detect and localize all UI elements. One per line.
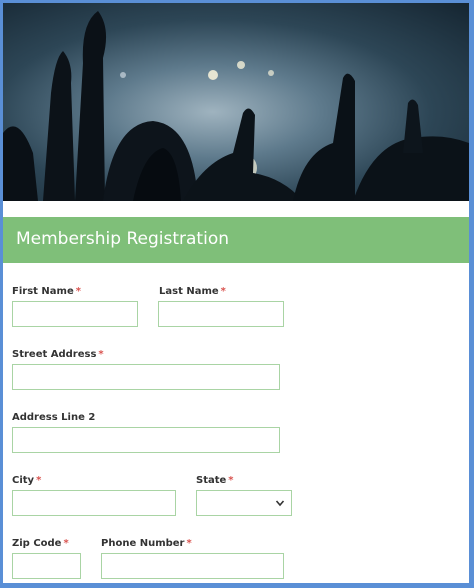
form-title: Membership Registration bbox=[16, 229, 229, 249]
last-name-label: Last Name * bbox=[159, 286, 226, 297]
address-line-2-label: Address Line 2 bbox=[12, 412, 96, 423]
city-label: City * bbox=[12, 475, 42, 486]
required-marker: * bbox=[186, 538, 192, 549]
required-marker: * bbox=[36, 475, 42, 486]
required-marker: * bbox=[63, 538, 69, 549]
required-marker: * bbox=[220, 286, 226, 297]
required-marker: * bbox=[75, 286, 81, 297]
form-frame: Membership Registration First Name * Last… bbox=[3, 3, 469, 583]
zip-code-label: Zip Code * bbox=[12, 538, 69, 549]
city-input[interactable] bbox=[12, 490, 176, 516]
phone-number-input[interactable] bbox=[101, 553, 284, 579]
first-name-input[interactable] bbox=[12, 301, 138, 327]
phone-number-label: Phone Number * bbox=[101, 538, 192, 549]
concert-crowd-illustration bbox=[3, 11, 469, 201]
street-address-input[interactable] bbox=[12, 364, 280, 390]
first-name-label: First Name * bbox=[12, 286, 81, 297]
last-name-input[interactable] bbox=[158, 301, 284, 327]
form-header: Membership Registration bbox=[3, 217, 469, 263]
state-select[interactable] bbox=[196, 490, 292, 516]
street-address-label: Street Address * bbox=[12, 349, 104, 360]
required-marker: * bbox=[228, 475, 234, 486]
chevron-down-icon bbox=[275, 500, 285, 507]
hero-image bbox=[3, 3, 469, 201]
required-marker: * bbox=[98, 349, 104, 360]
address-line-2-input[interactable] bbox=[12, 427, 280, 453]
zip-code-input[interactable] bbox=[12, 553, 81, 579]
state-label: State * bbox=[196, 475, 234, 486]
